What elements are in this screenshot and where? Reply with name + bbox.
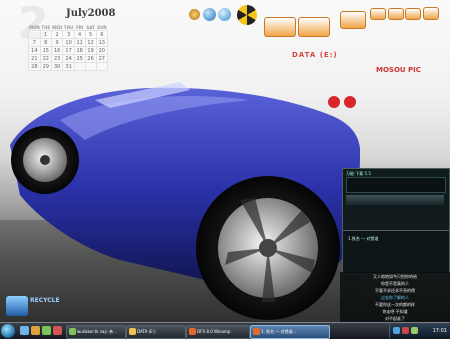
desktop: 2 July2008 MON TUE WED THU FRI SAT SUN 1… <box>0 0 450 322</box>
taskbar: wuliaker.tk say: 亲... DATA (E:) DFX 8.0 … <box>0 322 450 339</box>
calendar-day[interactable]: 8 <box>39 38 52 47</box>
calendar-day[interactable]: 3 <box>62 30 75 39</box>
winamp-icon <box>189 328 196 335</box>
tray-icon[interactable] <box>411 327 418 334</box>
calendar-day[interactable]: 27 <box>95 54 109 63</box>
calendar-day[interactable]: 20 <box>95 46 109 55</box>
calendar-day[interactable]: 7 <box>28 38 41 47</box>
tray-icon[interactable] <box>402 327 409 334</box>
calendar-day[interactable]: 1 <box>39 30 52 39</box>
calendar-day[interactable]: 22 <box>39 54 52 63</box>
taskbar-button[interactable]: wuliaker.tk say: 亲... <box>66 325 126 339</box>
folder-icon[interactable] <box>405 8 421 20</box>
calendar-day[interactable]: 6 <box>95 30 109 39</box>
quicklaunch-icon[interactable] <box>53 326 62 335</box>
winamp-playlist[interactable]: 1.佚名 — 对错谁 <box>342 230 450 274</box>
calendar-day[interactable] <box>28 30 41 39</box>
winamp-controls[interactable] <box>346 195 444 205</box>
calendar-day[interactable]: 10 <box>62 38 75 47</box>
lyric-line: 你走吧 不知道 <box>382 309 408 314</box>
calendar-day[interactable]: 9 <box>50 38 64 47</box>
chat-icon <box>69 328 76 335</box>
calendar-day[interactable]: 17 <box>62 46 75 55</box>
winamp-player[interactable]: 万能·下载 5.5 <box>342 168 450 234</box>
winamp-display <box>346 177 446 193</box>
calendar-day[interactable]: 15 <box>39 46 52 55</box>
taskbar-button-label: DATA (E:) <box>137 329 156 334</box>
folder-icon[interactable] <box>423 7 439 20</box>
tray-icon[interactable] <box>393 327 400 334</box>
taskbar-button-label: wuliaker.tk say: 亲... <box>77 329 117 334</box>
calendar-day[interactable]: 13 <box>95 38 109 47</box>
pic-folder-label[interactable]: MOSOU PIC <box>376 66 421 74</box>
winamp-icon <box>253 328 260 335</box>
taskbar-button-active[interactable]: 1. 佚名 — 对错谁... <box>250 325 330 339</box>
calendar-day[interactable]: 26 <box>84 54 97 63</box>
calendar-day[interactable]: 4 <box>73 30 86 39</box>
taskbar-button[interactable]: DFX 8.0 Winamp <box>186 325 250 339</box>
taskbar-button-label: DFX 8.0 Winamp <box>197 329 231 334</box>
calendar-day[interactable]: 12 <box>84 38 97 47</box>
lyric-line: 不要你这一次的都的样 <box>375 302 415 307</box>
calendar-day[interactable]: 14 <box>28 46 41 55</box>
folder-icon[interactable] <box>370 8 386 20</box>
calendar-day[interactable]: 21 <box>28 54 41 63</box>
folder-icon <box>129 328 136 335</box>
globe-icon[interactable] <box>218 8 231 21</box>
radiation-icon[interactable] <box>237 5 257 25</box>
calendar-day[interactable]: 5 <box>84 30 97 39</box>
calendar-day[interactable]: 18 <box>73 46 86 55</box>
calendar-month: July2008 <box>66 8 116 19</box>
folder-icon[interactable] <box>264 17 296 37</box>
calendar-day[interactable]: 11 <box>73 38 86 47</box>
lyrics-panel: 又人地地如今只把你的给 你是不是真的人 不要不求还求不亮的得 过去你了解的人 不… <box>340 272 450 322</box>
recycle-bin-icon[interactable] <box>6 296 28 316</box>
data-drive-label[interactable]: DATA (E:) <box>292 51 338 59</box>
star-icon[interactable] <box>340 11 366 29</box>
taskbar-button[interactable]: DATA (E:) <box>126 325 186 339</box>
clock[interactable]: 17:01 <box>433 328 447 334</box>
calendar-day[interactable]: 25 <box>73 54 86 63</box>
calendar-grid: MON TUE WED THU FRI SAT SUN 1 2 3 4 5 6 … <box>28 24 109 71</box>
calendar-day[interactable]: 2 <box>50 30 64 39</box>
recycle-bin-label[interactable]: RECYCLE <box>30 297 60 304</box>
game-icon[interactable] <box>298 17 330 37</box>
playlist-item[interactable]: 1.佚名 — 对错谁 <box>348 236 378 242</box>
calendar-day[interactable]: 23 <box>50 54 64 63</box>
start-orb-icon[interactable] <box>1 324 15 338</box>
lyric-line-current: 过去你了解的人 <box>381 295 409 300</box>
folder-icon[interactable] <box>388 8 404 20</box>
globe-icon[interactable] <box>203 8 216 21</box>
calendar-day[interactable]: 16 <box>50 46 64 55</box>
lyric-line: 又人地地如今只把你的给 <box>373 274 417 279</box>
quicklaunch-icon[interactable] <box>20 326 29 335</box>
calendar-icon[interactable] <box>189 9 200 20</box>
quicklaunch-icon[interactable] <box>42 326 51 335</box>
lyric-line: 你是不是真的人 <box>381 281 409 286</box>
system-tray: 17:01 <box>389 324 450 338</box>
calendar-day[interactable]: 19 <box>84 46 97 55</box>
calendar-day[interactable]: 24 <box>62 54 75 63</box>
car-wallpaper <box>0 82 360 322</box>
taskbar-button-label: 1. 佚名 — 对错谁... <box>261 329 297 334</box>
lyric-line: 不要不求还求不亮的得 <box>375 288 415 293</box>
quicklaunch-icon[interactable] <box>31 326 40 335</box>
